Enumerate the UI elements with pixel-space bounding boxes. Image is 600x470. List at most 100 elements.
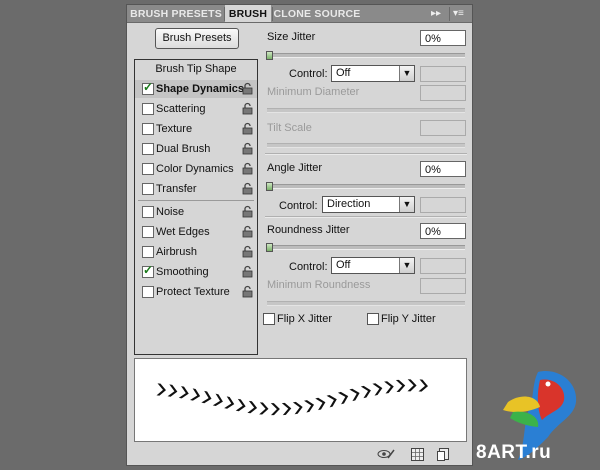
minimum-roundness-label: Minimum Roundness (267, 279, 371, 291)
list-item-scattering[interactable]: Scattering (135, 100, 257, 118)
brush-dab (281, 402, 292, 416)
minimum-roundness-slider (267, 301, 465, 306)
list-item-label: Wet Edges (156, 226, 210, 238)
brush-dab (270, 403, 280, 416)
brush-dab (395, 379, 406, 393)
control-value-field (420, 66, 466, 82)
transfer-checkbox[interactable] (142, 183, 154, 195)
list-item-transfer[interactable]: Transfer (135, 180, 257, 198)
angle-jitter-slider[interactable] (267, 184, 465, 189)
color-dynamics-checkbox[interactable] (142, 163, 154, 175)
list-item-wet-edges[interactable]: Wet Edges (135, 223, 257, 241)
list-item-label: Smoothing (156, 266, 209, 278)
brush-dab (292, 401, 303, 415)
brush-dab (304, 400, 315, 413)
list-item-color-dynamics[interactable]: Color Dynamics (135, 160, 257, 178)
brush-dab (349, 388, 360, 402)
chevron-down-icon[interactable]: ▼ (399, 258, 414, 273)
tab-brush-presets[interactable]: BRUSH PRESETS (129, 5, 223, 22)
list-item-label: Color Dynamics (156, 163, 234, 175)
section-divider (265, 216, 467, 218)
flip-x-checkbox[interactable] (263, 313, 275, 325)
list-item-smoothing[interactable]: ✓ Smoothing (135, 263, 257, 281)
flip-y-checkbox[interactable] (367, 313, 379, 325)
list-item-label: Airbrush (156, 246, 197, 258)
chevron-down-icon[interactable]: ▼ (399, 197, 414, 212)
smoothing-checkbox[interactable]: ✓ (142, 263, 154, 278)
flip-y-label: Flip Y Jitter (381, 313, 436, 325)
airbrush-checkbox[interactable] (142, 246, 154, 258)
wet-edges-checkbox[interactable] (142, 226, 154, 238)
brush-dab (201, 390, 212, 404)
brush-dab (190, 388, 201, 401)
roundness-jitter-input[interactable]: 0% (420, 223, 466, 239)
protect-texture-checkbox[interactable] (142, 286, 154, 298)
minimum-diameter-label: Minimum Diameter (267, 86, 360, 98)
list-item-noise[interactable]: Noise (135, 203, 257, 221)
size-jitter-slider[interactable] (267, 53, 465, 58)
scattering-checkbox[interactable] (142, 103, 154, 115)
list-divider (138, 200, 254, 201)
texture-checkbox[interactable] (142, 123, 154, 135)
lock-icon[interactable] (242, 225, 253, 238)
control-label: Control: (289, 68, 328, 80)
list-item-airbrush[interactable]: Airbrush (135, 243, 257, 261)
brush-dab (418, 379, 428, 392)
brush-presets-button[interactable]: Brush Presets (155, 28, 239, 49)
collapse-icon[interactable]: ▸▸ (431, 5, 441, 22)
brush-dab (259, 402, 269, 415)
select-value: Off (336, 259, 351, 271)
list-item-label: Noise (156, 206, 185, 218)
brush-dab (407, 379, 417, 392)
control-select-size[interactable]: Off ▼ (331, 65, 415, 82)
angle-jitter-slider-thumb[interactable] (266, 182, 273, 191)
lock-icon[interactable] (242, 122, 253, 135)
angle-jitter-input[interactable]: 0% (420, 161, 466, 177)
chevron-down-icon[interactable]: ▼ (399, 66, 414, 81)
brush-dab (247, 400, 258, 414)
lock-icon[interactable] (242, 285, 253, 298)
select-value: Direction (327, 198, 371, 210)
brush-dab (326, 394, 337, 408)
size-jitter-input[interactable]: 0% (420, 30, 466, 46)
shape-dynamics-checkbox[interactable]: ✓ (142, 80, 154, 95)
control-select-angle[interactable]: Direction ▼ (322, 196, 415, 213)
lock-icon[interactable] (242, 265, 253, 278)
lock-icon[interactable] (242, 82, 253, 95)
brush-dab (337, 391, 349, 405)
brush-stroke-graphic (156, 379, 428, 416)
brush-dab (372, 383, 383, 396)
tab-brush[interactable]: BRUSH (225, 5, 271, 22)
lock-icon[interactable] (242, 102, 253, 115)
minimum-diameter-input (420, 85, 466, 101)
list-item-protect-texture[interactable]: Protect Texture (135, 283, 257, 301)
control-value-field (420, 258, 466, 274)
brush-dab (315, 397, 326, 411)
control-select-roundness[interactable]: Off ▼ (331, 257, 415, 274)
lock-icon[interactable] (242, 205, 253, 218)
lock-icon[interactable] (242, 142, 253, 155)
eye-brush-icon[interactable] (377, 448, 395, 460)
noise-checkbox[interactable] (142, 206, 154, 218)
brush-dab (178, 386, 189, 399)
list-item-dual-brush[interactable]: Dual Brush (135, 140, 257, 158)
roundness-jitter-slider-thumb[interactable] (266, 243, 273, 252)
lock-icon[interactable] (242, 245, 253, 258)
dual-brush-checkbox[interactable] (142, 143, 154, 155)
new-preset-icon[interactable] (437, 448, 450, 461)
brush-tip-shape-item[interactable]: Brush Tip Shape (135, 63, 257, 75)
size-jitter-slider-thumb[interactable] (266, 51, 273, 60)
panel-menu-icon[interactable]: ▾≡ (453, 5, 464, 22)
grid-icon[interactable] (411, 448, 424, 461)
list-item-shape-dynamics[interactable]: ✓ Shape Dynamics (135, 80, 257, 98)
tab-bar: BRUSH PRESETS BRUSH CLONE SOURCE ▸▸ ▾≡ (127, 5, 472, 23)
lock-icon[interactable] (242, 182, 253, 195)
panel-footer (127, 445, 472, 465)
section-divider (265, 153, 467, 155)
tilt-scale-slider (267, 143, 465, 148)
list-item-texture[interactable]: Texture (135, 120, 257, 138)
tab-clone-source[interactable]: CLONE SOURCE (273, 5, 361, 22)
roundness-jitter-slider[interactable] (267, 245, 465, 250)
lock-icon[interactable] (242, 162, 253, 175)
brush-dab (235, 398, 246, 412)
